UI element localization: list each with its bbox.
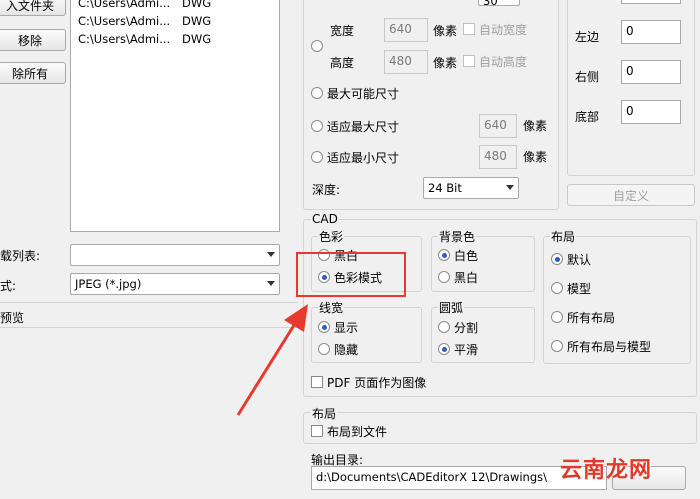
chevron-down-icon <box>267 281 275 286</box>
fit-max-unit: 像素 <box>523 119 548 133</box>
bottom-margin-label: 底部 <box>575 110 600 124</box>
cad-layout-group-title: 布局 <box>550 228 577 245</box>
fit-min-input[interactable]: 480 <box>479 145 517 169</box>
custom-size-radio[interactable] <box>311 37 327 55</box>
remove-all-button[interactable]: 除所有 <box>0 62 66 84</box>
add-folder-button[interactable]: 入文件夹 <box>0 0 66 16</box>
bottom-margin-input[interactable]: 0 <box>621 100 681 124</box>
arc-group-title: 圆弧 <box>438 299 465 316</box>
left-margin-input[interactable]: 0 <box>621 20 681 44</box>
highlight-box <box>296 252 406 297</box>
layout-default-radio[interactable]: 默认 <box>551 250 591 268</box>
watermark-logo: 云南龙网 <box>560 458 653 483</box>
width-input[interactable]: 640 <box>384 18 428 42</box>
left-margin-label: 左边 <box>575 30 600 44</box>
resolution-select[interactable]: 30 <box>478 0 520 8</box>
background-white-radio[interactable]: 白色 <box>438 246 478 264</box>
arc-split-radio[interactable]: 分割 <box>438 318 478 336</box>
auto-height-checkbox[interactable]: 自动高度 <box>463 52 527 70</box>
layout-to-file-checkbox[interactable]: 布局到文件 <box>311 422 387 440</box>
format-label: 式: <box>0 279 17 293</box>
fit-min-unit: 像素 <box>523 150 548 164</box>
cad-group-title: CAD <box>311 212 339 226</box>
chevron-down-icon <box>506 185 514 190</box>
custom-button[interactable]: 自定义 <box>567 184 695 206</box>
width-unit: 像素 <box>433 24 458 38</box>
annotation-arrow-icon <box>236 304 308 416</box>
format-select[interactable]: JPEG (*.jpg) <box>70 273 280 295</box>
lineweight-show-radio[interactable]: 显示 <box>318 318 358 336</box>
layout-all-radio[interactable]: 所有布局 <box>551 308 615 326</box>
fit-min-radio[interactable]: 适应最小尺寸 <box>311 148 399 166</box>
right-margin-label: 右侧 <box>575 70 600 84</box>
background-bw-radio[interactable]: 黑白 <box>438 268 478 286</box>
arc-smooth-radio[interactable]: 平滑 <box>438 340 478 358</box>
width-label: 宽度 <box>330 24 355 38</box>
max-possible-radio[interactable]: 最大可能尺寸 <box>311 84 399 102</box>
chevron-down-icon <box>267 252 275 257</box>
pdf-as-image-checkbox[interactable]: PDF 页面作为图像 <box>311 373 426 391</box>
layout-all-model-radio[interactable]: 所有布局与模型 <box>551 337 651 355</box>
fit-max-radio[interactable]: 适应最大尺寸 <box>311 117 399 135</box>
color-group-title: 色彩 <box>318 228 345 245</box>
fit-max-input[interactable]: 640 <box>479 114 517 138</box>
load-list-select[interactable] <box>70 244 280 266</box>
depth-label: 深度: <box>312 183 341 197</box>
layout-model-radio[interactable]: 模型 <box>551 279 591 297</box>
file-list[interactable]: C:\Users\Admi... DWG C:\Users\Admi... DW… <box>70 0 280 232</box>
background-group-title: 背景色 <box>438 228 477 245</box>
preview-label: 预览 <box>0 311 25 325</box>
lineweight-group-title: 线宽 <box>318 299 345 316</box>
auto-width-checkbox[interactable]: 自动宽度 <box>463 20 527 38</box>
load-list-label: 载列表: <box>0 249 41 263</box>
height-input[interactable]: 480 <box>384 50 428 74</box>
height-unit: 像素 <box>433 56 458 70</box>
height-label: 高度 <box>330 56 355 70</box>
remove-button[interactable]: 移除 <box>0 29 66 51</box>
right-margin-input[interactable]: 0 <box>621 60 681 84</box>
top-margin-input[interactable] <box>621 0 681 4</box>
lineweight-hide-radio[interactable]: 隐藏 <box>318 340 358 358</box>
depth-select[interactable]: 24 Bit <box>423 177 519 199</box>
